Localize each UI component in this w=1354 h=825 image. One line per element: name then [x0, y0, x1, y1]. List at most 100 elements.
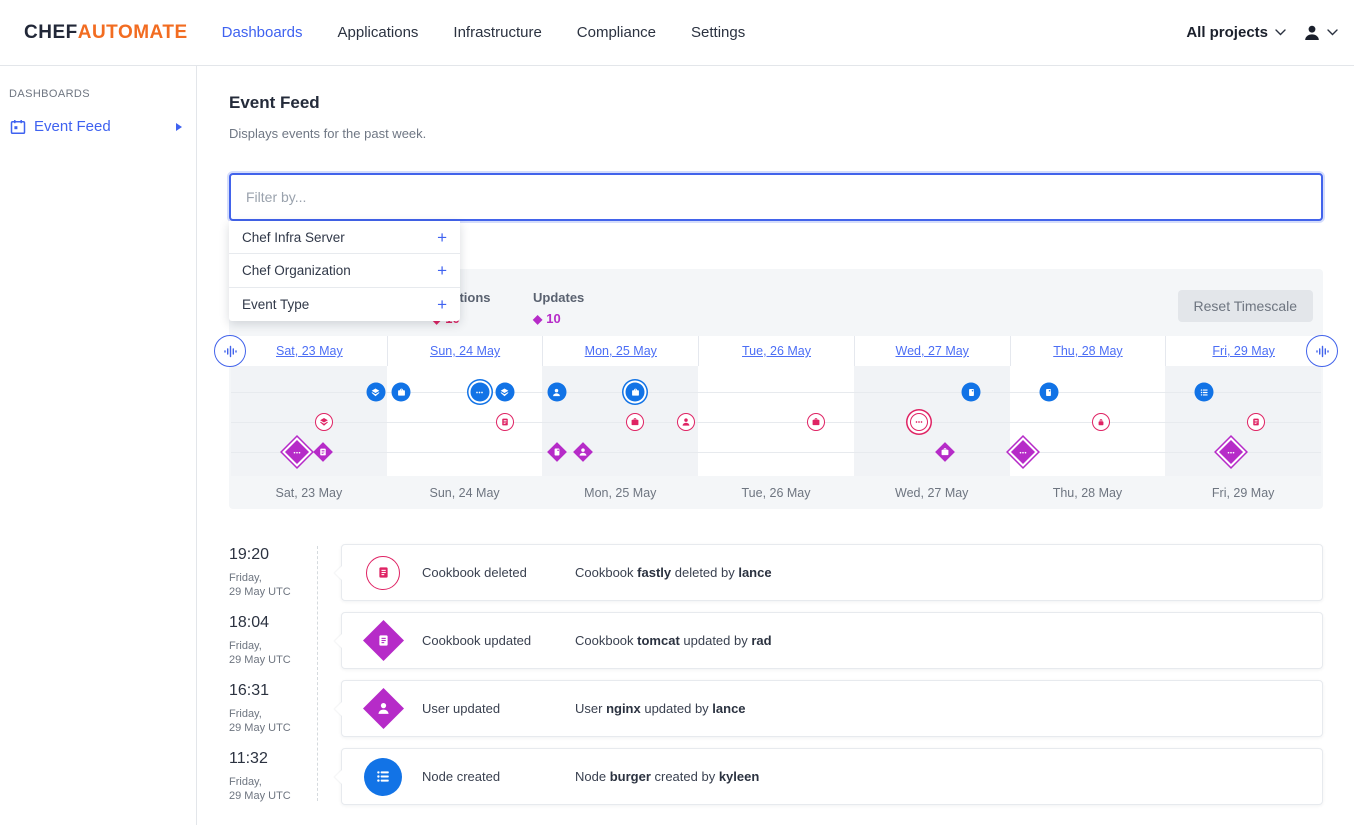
- timeline-day-link[interactable]: Mon, 25 May: [585, 344, 657, 358]
- event-date: 29 May UTC: [229, 790, 317, 802]
- ellipsis-creation-marker[interactable]: [470, 383, 489, 402]
- book-deletion-marker[interactable]: [496, 413, 514, 431]
- timeline-day-header: Sat, 23 May Sun, 24 May Mon, 25 May Tue, 26…: [231, 336, 1321, 366]
- nav-item-infrastructure[interactable]: Infrastructure: [453, 16, 541, 49]
- layers-creation-marker[interactable]: [495, 383, 514, 402]
- event-date: 29 May UTC: [229, 654, 317, 666]
- project-selector[interactable]: All projects: [1186, 24, 1286, 41]
- filter-area: Chef Infra Server + Chef Organization + …: [229, 173, 1323, 221]
- dropdown-item-chef-infra-server[interactable]: Chef Infra Server +: [229, 221, 460, 254]
- bag-creation-marker[interactable]: [392, 383, 411, 402]
- event-description: Node burger created by kyleen: [575, 769, 759, 784]
- navbar-right: All projects: [1186, 23, 1338, 43]
- node-creation-marker[interactable]: [1039, 383, 1058, 402]
- layers-deletion-marker[interactable]: [315, 413, 333, 431]
- list-creation-marker[interactable]: [1195, 383, 1214, 402]
- event-timestamp: 16:31Friday,29 May UTC: [229, 680, 317, 737]
- event-list: 19:20Friday,29 May UTCCookbook deletedCo…: [229, 544, 1323, 805]
- chevron-down-icon: [1275, 29, 1286, 36]
- event-icon-wrap: [362, 758, 404, 796]
- lock-deletion-marker[interactable]: [1092, 413, 1110, 431]
- book-deletion-marker[interactable]: [1247, 413, 1265, 431]
- event-day: Friday,: [229, 708, 317, 720]
- timeline-day-column: Fri, 29 May: [1165, 336, 1321, 366]
- event-description: Cookbook fastly deleted by lance: [575, 565, 772, 580]
- nav-item-applications[interactable]: Applications: [338, 16, 419, 49]
- event-date: 29 May UTC: [229, 586, 317, 598]
- node-creation-marker[interactable]: [962, 383, 981, 402]
- plus-icon[interactable]: +: [437, 229, 447, 246]
- bag-deletion-marker[interactable]: [626, 413, 644, 431]
- top-navbar: CHEFAUTOMATE Dashboards Applications Inf…: [0, 0, 1354, 66]
- sidebar-item-event-feed[interactable]: Event Feed: [0, 114, 196, 139]
- timeline-day-column: Sun, 24 May: [387, 476, 543, 509]
- user-icon: [1302, 23, 1322, 43]
- person-creation-marker[interactable]: [547, 383, 566, 402]
- person-deletion-marker[interactable]: [677, 413, 695, 431]
- timeline-column-stripe: [1165, 366, 1321, 476]
- event-card[interactable]: Cookbook deletedCookbook fastly deleted …: [341, 544, 1323, 601]
- event-time: 18:04: [229, 614, 317, 632]
- event-row: 18:04 Friday, 29 May UTC Cookbook updatedCo…: [229, 612, 1323, 669]
- timeline-day-link[interactable]: Tue, 26 May: [742, 344, 811, 358]
- timeline-day-link[interactable]: Sun, 24 May: [430, 344, 500, 358]
- event-type: User updated: [422, 701, 575, 716]
- book-updated-icon: [362, 620, 403, 661]
- timeline-day-label: Sun, 24 May: [429, 486, 499, 500]
- plus-icon[interactable]: +: [437, 296, 447, 313]
- timeline-day-column: Wed, 27 May: [854, 476, 1010, 509]
- reset-timescale-button[interactable]: Reset Timescale: [1178, 290, 1313, 322]
- main-content: Event Feed Displays events for the past …: [197, 66, 1354, 825]
- chef-automate-logo[interactable]: CHEFAUTOMATE: [24, 22, 188, 44]
- diamond-icon: ◆: [533, 313, 542, 325]
- timeline-day-column: Thu, 28 May: [1010, 476, 1166, 509]
- dropdown-item-chef-organization[interactable]: Chef Organization +: [229, 254, 460, 287]
- event-card[interactable]: Cookbook updatedCookbook tomcat updated …: [341, 612, 1323, 669]
- timeline-day-link[interactable]: Sat, 23 May: [276, 344, 343, 358]
- event-card[interactable]: User updatedUser nginx updated by lance: [341, 680, 1323, 737]
- timeline-day-column: Tue, 26 May: [698, 336, 854, 366]
- plus-icon[interactable]: +: [437, 262, 447, 279]
- dropdown-item-event-type[interactable]: Event Type +: [229, 288, 460, 321]
- page-title: Event Feed: [229, 93, 1323, 113]
- event-row: 16:31Friday,29 May UTCUser updatedUser n…: [229, 680, 1323, 737]
- event-time: 11:32: [229, 750, 317, 768]
- layers-creation-marker[interactable]: [366, 383, 385, 402]
- timeline-day-column: Mon, 25 May: [542, 336, 698, 366]
- logo-automate: AUTOMATE: [78, 22, 188, 43]
- expand-arrow-icon[interactable]: [176, 123, 182, 131]
- ellipsis-deletion-marker[interactable]: [910, 413, 928, 431]
- sidebar-section-label: DASHBOARDS: [0, 88, 196, 100]
- person-updated-icon: [362, 688, 403, 729]
- timeline-day-label: Wed, 27 May: [895, 486, 968, 500]
- timeline-day-footer: Sat, 23 MaySun, 24 MayMon, 25 MayTue, 26…: [231, 476, 1321, 509]
- timeline-event-grid: [231, 366, 1321, 476]
- timeline-gridline: [231, 452, 1321, 453]
- timeline-day-column: Sat, 23 May: [231, 476, 387, 509]
- user-menu[interactable]: [1302, 23, 1338, 43]
- timeline-column-stripe: [542, 366, 698, 476]
- timeline-day-link[interactable]: Fri, 29 May: [1212, 344, 1275, 358]
- card-notch: [335, 769, 349, 783]
- page-subtitle: Displays events for the past week.: [229, 126, 1323, 141]
- nav-item-settings[interactable]: Settings: [691, 16, 745, 49]
- nav-item-compliance[interactable]: Compliance: [577, 16, 656, 49]
- project-selector-label: All projects: [1186, 24, 1268, 41]
- event-day: Friday,: [229, 640, 317, 652]
- timescale-slider-left-button[interactable]: [214, 335, 246, 367]
- timeline-day-link[interactable]: Thu, 28 May: [1053, 344, 1122, 358]
- book-deleted-icon: [366, 556, 400, 590]
- event-card[interactable]: Node createdNode burger created by kylee…: [341, 748, 1323, 805]
- filter-input[interactable]: [229, 173, 1323, 221]
- sidebar-item-label: Event Feed: [34, 118, 111, 135]
- filter-dropdown: Chef Infra Server + Chef Organization + …: [229, 221, 460, 321]
- event-type: Cookbook updated: [422, 633, 575, 648]
- event-time: 16:31: [229, 682, 317, 700]
- timeline-day-label: Thu, 28 May: [1053, 486, 1122, 500]
- timeline-day-link[interactable]: Wed, 27 May: [896, 344, 969, 358]
- nav-item-dashboards[interactable]: Dashboards: [222, 16, 303, 49]
- bag-creation-marker[interactable]: [626, 383, 645, 402]
- timescale-slider-right-button[interactable]: [1306, 335, 1338, 367]
- bag-deletion-marker[interactable]: [807, 413, 825, 431]
- event-type: Cookbook deleted: [422, 565, 575, 580]
